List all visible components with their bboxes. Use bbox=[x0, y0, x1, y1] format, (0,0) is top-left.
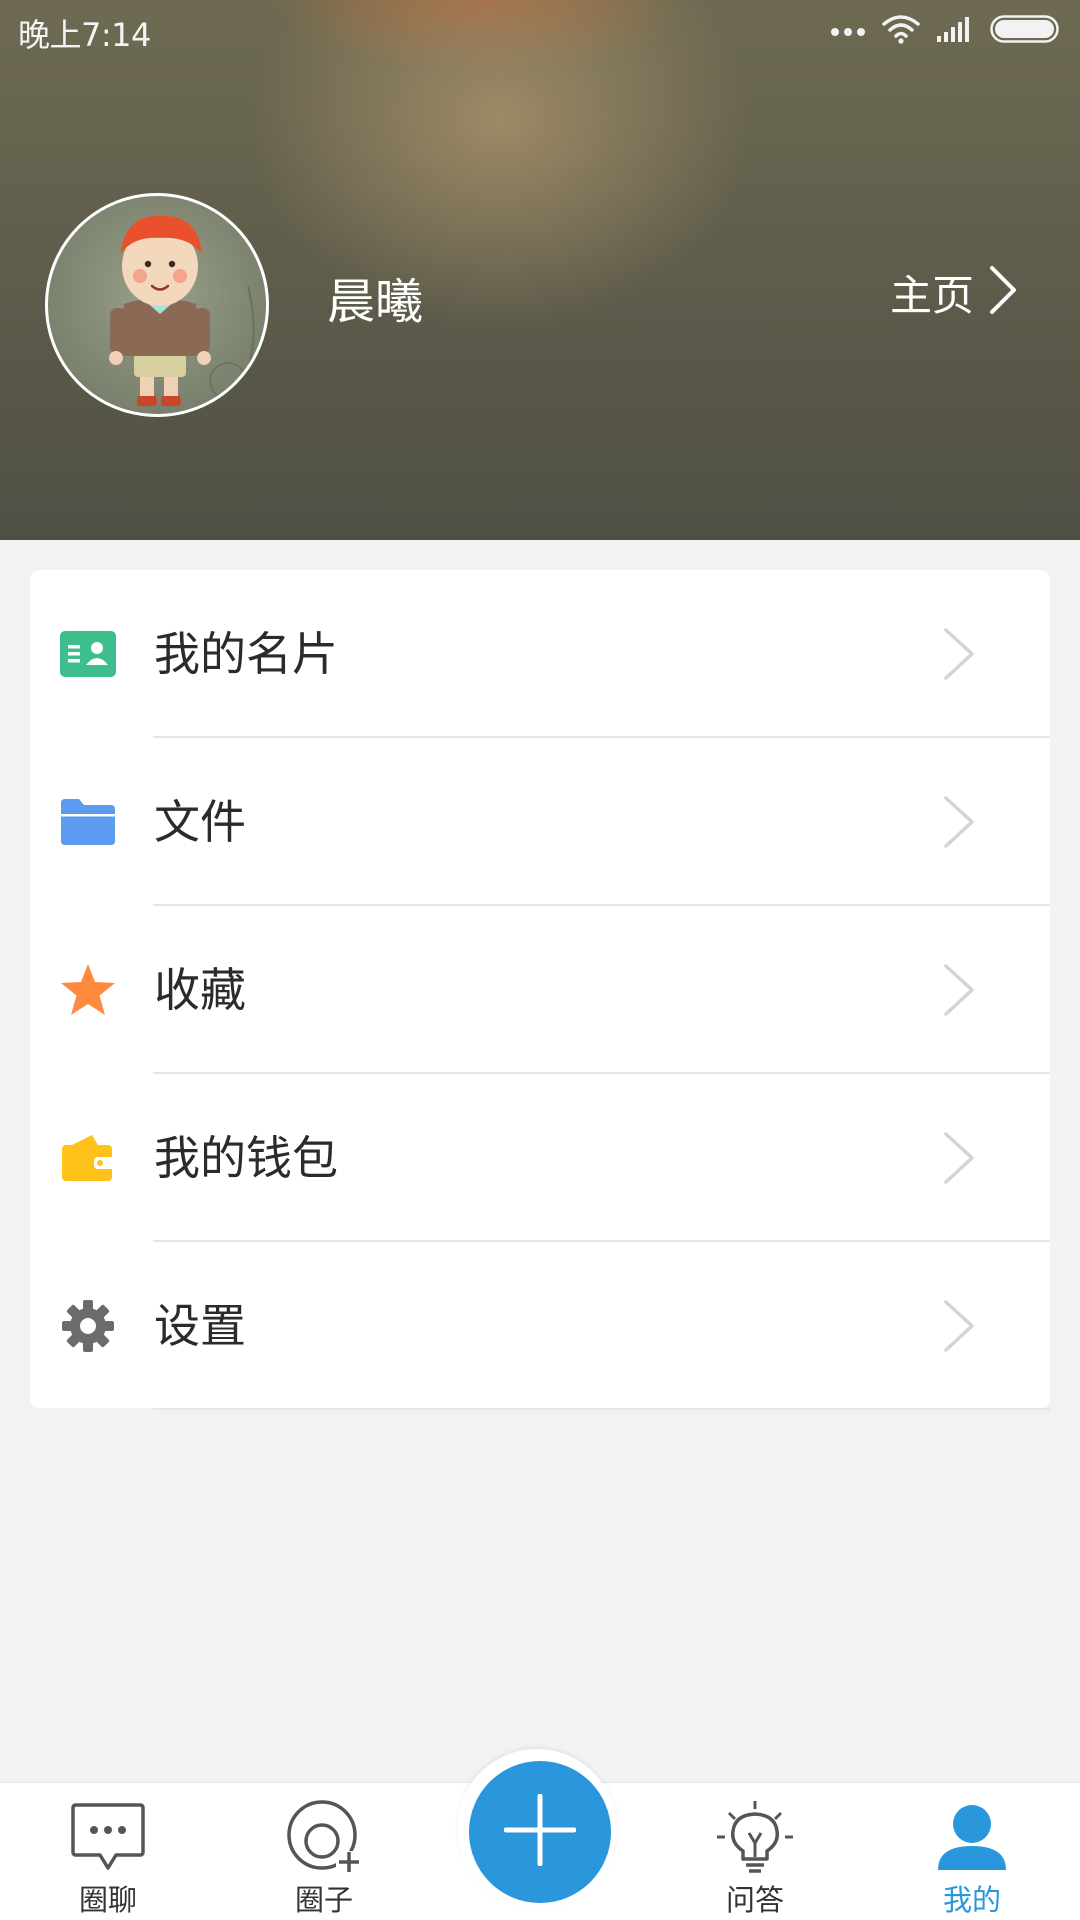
lightbulb-icon bbox=[680, 1797, 830, 1877]
homepage-link[interactable]: 主页 bbox=[890, 262, 1018, 322]
chevron-right-icon bbox=[942, 962, 976, 1022]
tab-circles[interactable]: 圈子 bbox=[249, 1783, 399, 1920]
center-add-button[interactable] bbox=[469, 1761, 611, 1903]
tab-label: 圈子 bbox=[294, 1883, 353, 1917]
status-bar: 晚上7:14 bbox=[0, 0, 1080, 60]
menu-item-label: 我的钱包 bbox=[154, 1131, 338, 1185]
circle-add-icon bbox=[249, 1797, 399, 1877]
folder-icon bbox=[60, 794, 116, 850]
menu-card: 我的名片 文件 收藏 我的钱包 设置 bbox=[30, 570, 1050, 1410]
chevron-right-icon bbox=[942, 626, 976, 686]
avatar[interactable] bbox=[45, 193, 269, 417]
menu-item-favorites[interactable]: 收藏 bbox=[30, 906, 1050, 1074]
menu-divider bbox=[153, 1408, 1050, 1410]
profile-header: 晚上7:14 晨曦 主页 bbox=[0, 0, 1080, 540]
tab-label: 圈聊 bbox=[78, 1883, 137, 1917]
menu-item-label: 收藏 bbox=[154, 963, 246, 1017]
homepage-label: 主页 bbox=[889, 270, 974, 320]
business-card-icon bbox=[60, 626, 116, 682]
plus-icon bbox=[503, 1793, 577, 1870]
avatar-cartoon-boy bbox=[109, 215, 255, 406]
tab-me[interactable]: 我的 bbox=[897, 1783, 1047, 1920]
user-name: 晨曦 bbox=[327, 274, 424, 330]
menu-item-business-card[interactable]: 我的名片 bbox=[30, 570, 1050, 738]
wallet-icon bbox=[60, 1130, 116, 1186]
person-icon bbox=[897, 1797, 1047, 1877]
tab-chat[interactable]: 圈聊 bbox=[33, 1783, 183, 1920]
status-time: 晚上7:14 bbox=[18, 16, 151, 54]
menu-item-label: 我的名片 bbox=[154, 627, 338, 681]
chevron-right-icon bbox=[942, 1298, 976, 1358]
menu-item-label: 文件 bbox=[154, 795, 246, 849]
chat-bubble-icon bbox=[33, 1797, 183, 1877]
menu-item-files[interactable]: 文件 bbox=[30, 738, 1050, 906]
tab-label: 问答 bbox=[725, 1883, 784, 1917]
more-dots-icon bbox=[830, 22, 866, 41]
battery-icon bbox=[990, 15, 1062, 47]
profile-page: 晚上7:14 晨曦 主页 我的名片 文件 收藏 我的钱包 设置 圈聊 圈子 问答… bbox=[0, 0, 1080, 1920]
menu-item-wallet[interactable]: 我的钱包 bbox=[30, 1074, 1050, 1242]
signal-icon bbox=[936, 15, 974, 47]
status-icons bbox=[814, 14, 1062, 48]
menu-item-label: 设置 bbox=[154, 1299, 246, 1353]
menu-item-settings[interactable]: 设置 bbox=[30, 1242, 1050, 1410]
chevron-right-icon bbox=[988, 264, 1018, 320]
chevron-right-icon bbox=[942, 794, 976, 854]
tab-qa[interactable]: 问答 bbox=[680, 1783, 830, 1920]
chevron-right-icon bbox=[942, 1130, 976, 1190]
wifi-icon bbox=[882, 14, 920, 48]
tab-label: 我的 bbox=[942, 1883, 1001, 1917]
star-icon bbox=[60, 962, 116, 1018]
gear-icon bbox=[60, 1298, 116, 1354]
